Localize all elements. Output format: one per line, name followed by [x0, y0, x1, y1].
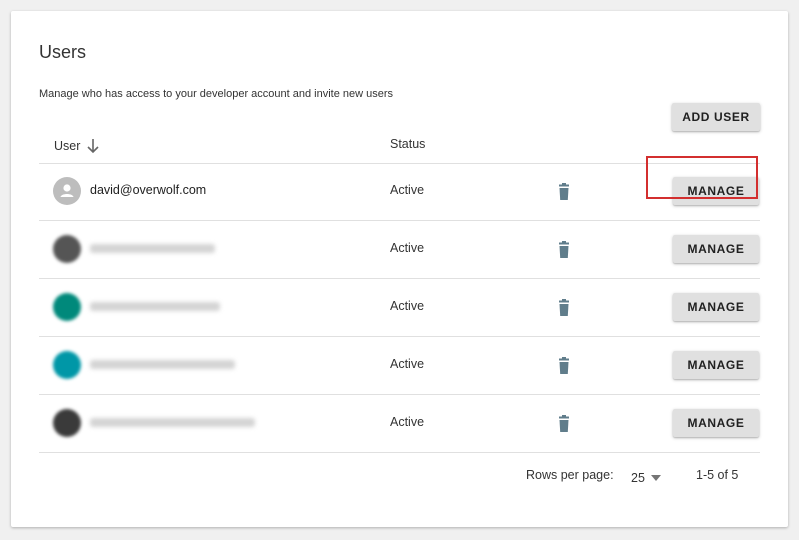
- trash-icon[interactable]: [556, 183, 572, 201]
- person-icon: [60, 184, 74, 197]
- user-email-redacted: [90, 302, 220, 311]
- table-row: Active MANAGE: [39, 221, 760, 279]
- manage-button[interactable]: MANAGE: [673, 409, 759, 437]
- user-status: Active: [390, 183, 425, 197]
- avatar: [53, 409, 81, 437]
- page-subtitle: Manage who has access to your developer …: [39, 88, 394, 100]
- user-status: Active: [390, 415, 425, 429]
- manage-highlight-box: [646, 156, 758, 199]
- avatar: [53, 235, 81, 263]
- table-row: Active MANAGE: [39, 337, 760, 395]
- trash-icon[interactable]: [556, 241, 572, 259]
- manage-button[interactable]: MANAGE: [673, 235, 759, 263]
- user-status: Active: [390, 357, 425, 371]
- rows-per-page-value: 25: [631, 471, 645, 485]
- trash-icon[interactable]: [556, 415, 572, 433]
- user-email: david@overwolf.com: [90, 183, 207, 197]
- manage-button[interactable]: MANAGE: [673, 293, 759, 321]
- avatar: [53, 177, 81, 205]
- table-row: Active MANAGE: [39, 279, 760, 337]
- column-header-user-label: User: [54, 139, 81, 153]
- rows-per-page-select[interactable]: 25: [631, 468, 661, 488]
- users-card: Users Manage who has access to your deve…: [11, 11, 788, 527]
- user-email-redacted: [90, 244, 215, 253]
- avatar: [53, 351, 81, 379]
- trash-icon[interactable]: [556, 299, 572, 317]
- arrow-down-icon[interactable]: [86, 138, 100, 154]
- trash-icon[interactable]: [556, 357, 572, 375]
- column-header-status: Status: [390, 137, 426, 151]
- user-status: Active: [390, 299, 425, 313]
- column-header-user[interactable]: User: [54, 138, 100, 154]
- rows-per-page-label: Rows per page:: [526, 468, 614, 482]
- caret-down-icon: [650, 475, 661, 481]
- manage-button[interactable]: MANAGE: [673, 351, 759, 379]
- user-email-redacted: [90, 360, 235, 369]
- user-status: Active: [390, 241, 425, 255]
- user-email-redacted: [90, 418, 255, 427]
- pagination-range: 1-5 of 5: [696, 468, 739, 482]
- page-title: Users: [39, 42, 87, 62]
- add-user-button[interactable]: ADD USER: [672, 103, 760, 131]
- avatar: [53, 293, 81, 321]
- table-row: Active MANAGE: [39, 395, 760, 453]
